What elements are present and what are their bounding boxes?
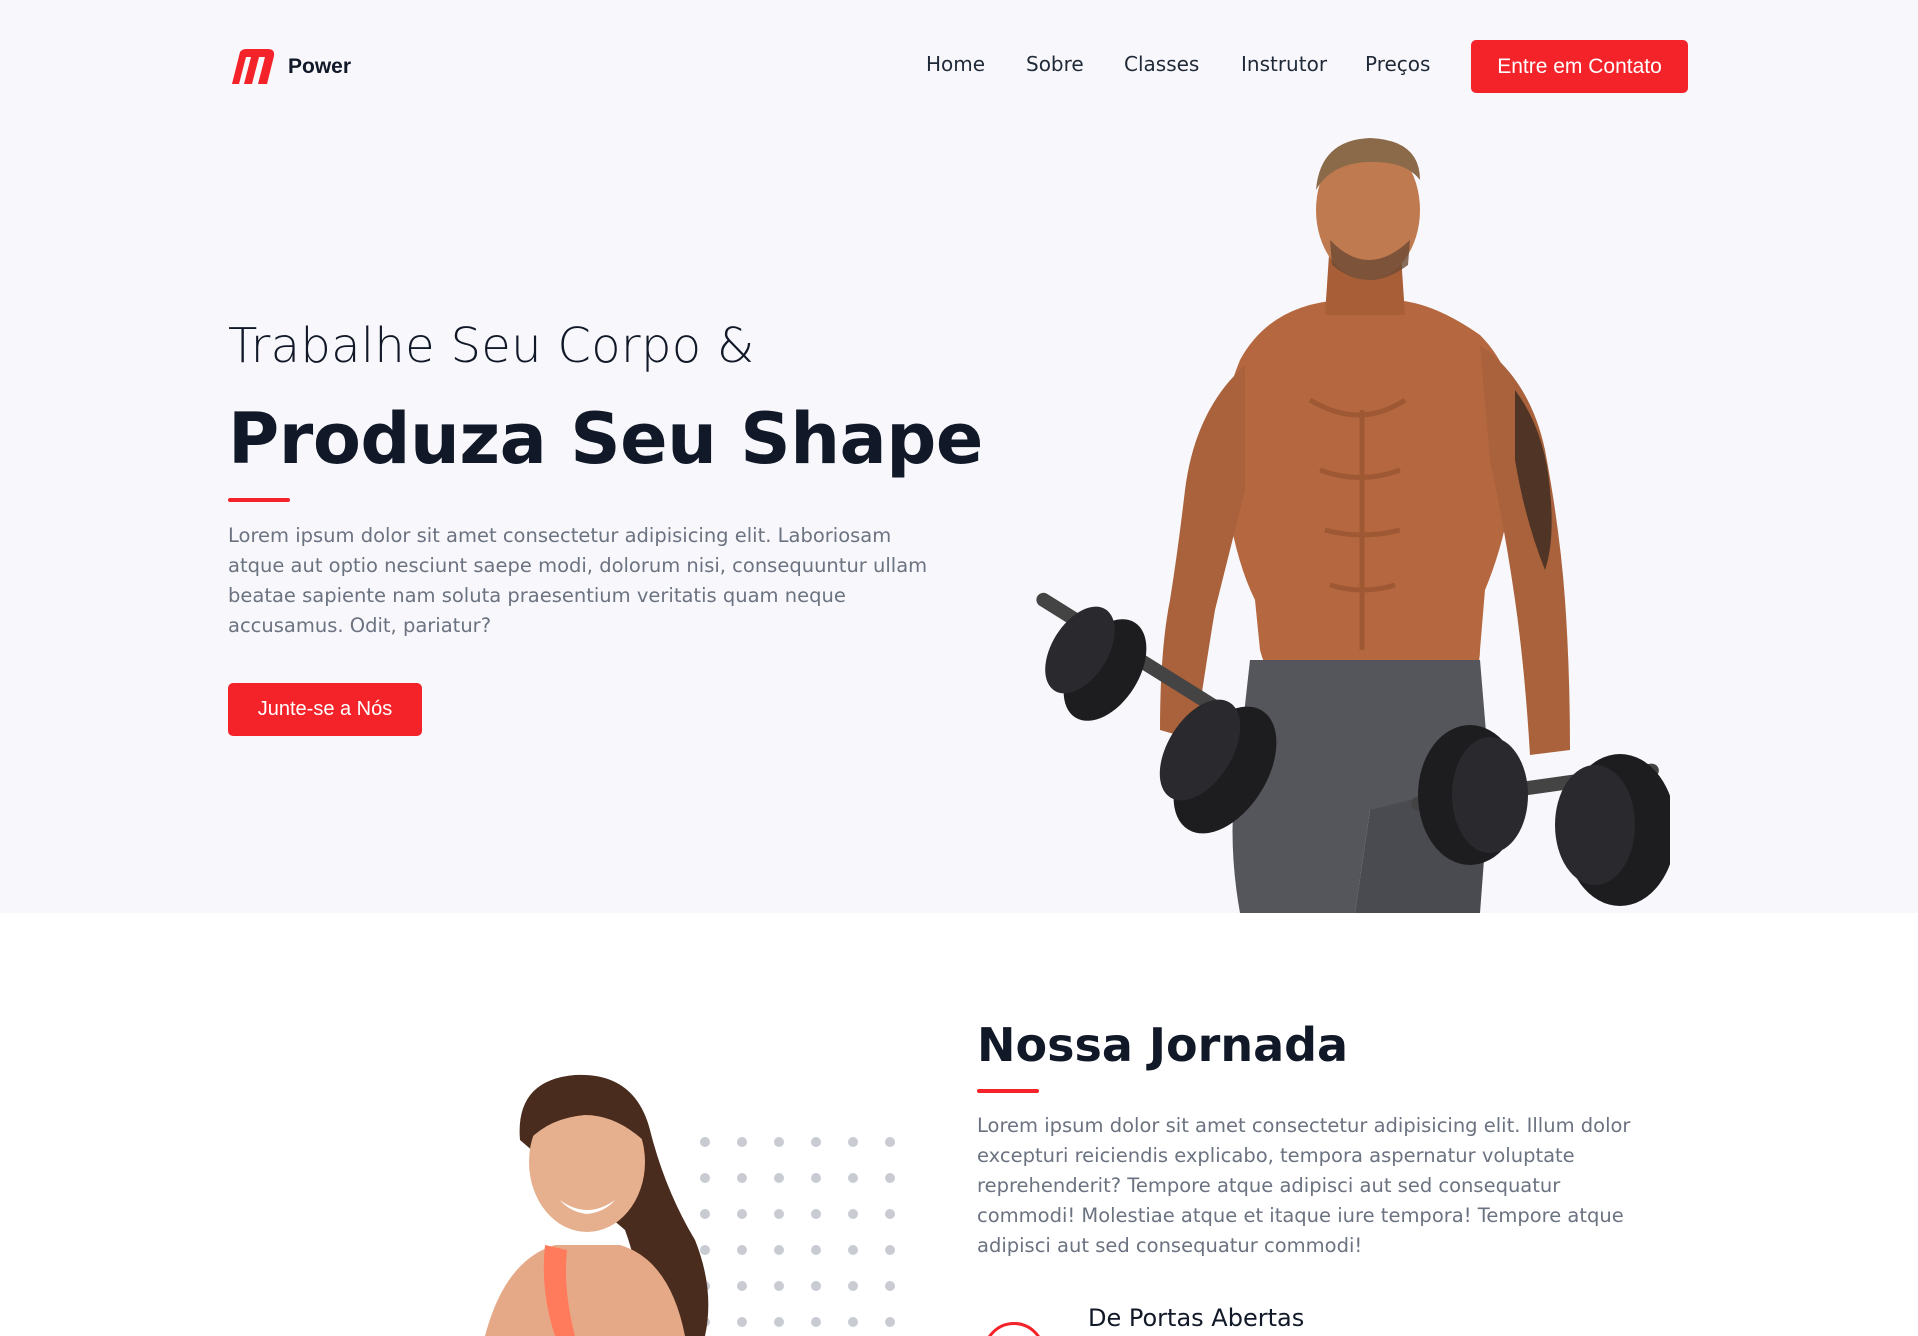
decorative-dot bbox=[885, 1209, 895, 1219]
decorative-dot bbox=[811, 1137, 821, 1147]
nav-item-instrutor[interactable]: Instrutor bbox=[1241, 52, 1327, 76]
hero-title: Produza Seu Shape bbox=[228, 398, 983, 480]
nav-item-precos[interactable]: Preços bbox=[1365, 52, 1430, 76]
join-button[interactable]: Junte-se a Nós bbox=[228, 683, 422, 736]
journey-title-underline bbox=[977, 1089, 1039, 1093]
decorative-dot bbox=[848, 1317, 858, 1327]
decorative-dot bbox=[811, 1245, 821, 1255]
contact-button[interactable]: Entre em Contato bbox=[1471, 40, 1688, 93]
decorative-dot bbox=[848, 1173, 858, 1183]
decorative-dot bbox=[811, 1317, 821, 1327]
decorative-dot bbox=[885, 1281, 895, 1291]
nav-item-home[interactable]: Home bbox=[926, 52, 985, 76]
decorative-dot bbox=[848, 1245, 858, 1255]
hero-man-image bbox=[1036, 138, 1670, 913]
logo-icon bbox=[232, 49, 275, 84]
decorative-dot bbox=[848, 1137, 858, 1147]
decorative-dot bbox=[885, 1137, 895, 1147]
decorative-dot bbox=[811, 1173, 821, 1183]
brand-logo[interactable]: Power bbox=[228, 48, 351, 86]
decorative-dot bbox=[848, 1209, 858, 1219]
nav-item-classes[interactable]: Classes bbox=[1124, 52, 1199, 76]
feature-title-open-doors: De Portas Abertas bbox=[1088, 1304, 1305, 1332]
hero-section: Power Home Sobre Classes Instrutor Preço… bbox=[0, 0, 1918, 913]
decorative-dot bbox=[811, 1281, 821, 1291]
decorative-dot bbox=[811, 1209, 821, 1219]
hero-title-underline bbox=[228, 498, 290, 502]
brand-name: Power bbox=[288, 55, 352, 78]
journey-title: Nossa Jornada bbox=[977, 1018, 1349, 1072]
journey-paragraph: Lorem ipsum dolor sit amet consectetur a… bbox=[977, 1114, 1631, 1257]
journey-woman-image bbox=[485, 1074, 709, 1336]
decorative-dot bbox=[848, 1281, 858, 1291]
decorative-dot bbox=[885, 1245, 895, 1255]
hero-paragraph: Lorem ipsum dolor sit amet consectetur a… bbox=[228, 524, 928, 637]
nav-item-sobre[interactable]: Sobre bbox=[1026, 52, 1084, 76]
decorative-dot bbox=[885, 1173, 895, 1183]
decorative-dot bbox=[885, 1317, 895, 1327]
top-navbar: Power Home Sobre Classes Instrutor Preço… bbox=[0, 0, 1918, 133]
hero-subtitle: Trabalhe Seu Corpo & bbox=[228, 318, 755, 374]
